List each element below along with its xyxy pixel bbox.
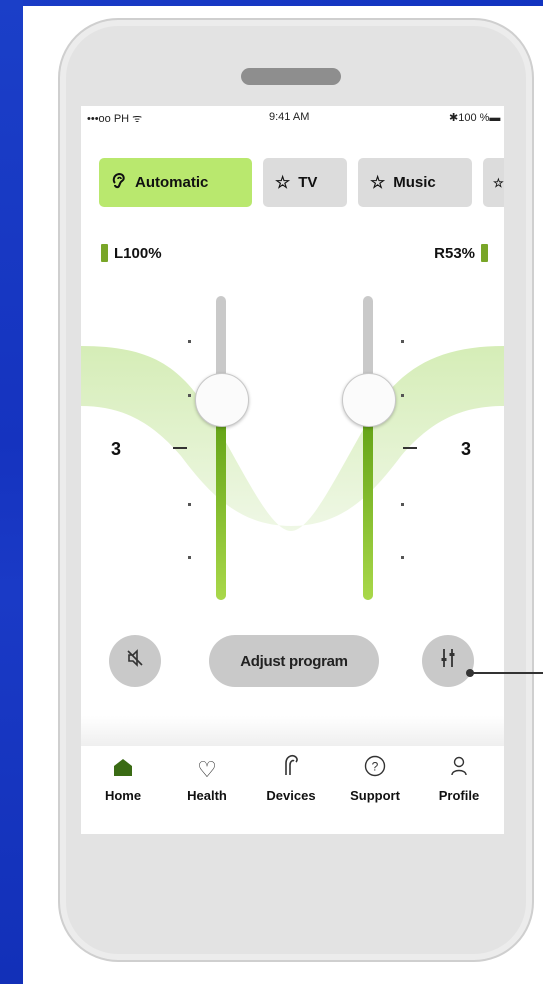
volume-left-value: 3 <box>111 439 122 459</box>
slider-right-handle[interactable] <box>342 373 396 428</box>
status-battery: ✱100 %▬ <box>449 112 501 124</box>
heart-icon: ♡ <box>197 757 217 782</box>
nav-label-health: Health <box>187 788 227 803</box>
scale-tick <box>188 556 191 559</box>
bottom-navigation: Home ♡ Health Devices ? Support Profile <box>81 746 504 834</box>
adjust-program-button[interactable]: Adjust program <box>209 635 379 687</box>
ear-icon <box>111 171 127 194</box>
app-screen: •••oo PH ᯤ 9:41 AM ✱100 %▬ Automatic ☆ T… <box>81 106 504 834</box>
battery-right: R53% <box>434 244 488 262</box>
home-icon <box>81 752 165 788</box>
nav-label-profile: Profile <box>438 788 480 803</box>
scale-tick <box>401 340 404 343</box>
star-icon: ☆ <box>493 175 504 190</box>
scale-tick <box>188 503 191 506</box>
phone-speaker <box>241 68 341 85</box>
scale-tick <box>188 340 191 343</box>
nav-label-devices: Devices <box>266 788 316 803</box>
frame-left-border <box>0 0 23 984</box>
tab-tv-label: TV <box>298 174 318 191</box>
status-time: 9:41 AM <box>269 111 310 123</box>
scale-tick <box>401 556 404 559</box>
nav-item-devices[interactable]: Devices <box>249 746 333 803</box>
equalizer-sliders-icon <box>439 647 457 675</box>
svg-text:?: ? <box>372 760 379 774</box>
nav-item-health[interactable]: ♡ Health <box>165 746 249 803</box>
person-icon <box>417 752 501 788</box>
star-icon: ☆ <box>370 172 386 192</box>
tab-music[interactable]: ☆ Music <box>358 158 472 207</box>
star-icon: ☆ <box>275 172 291 192</box>
nav-item-home[interactable]: Home <box>81 746 165 803</box>
scale-tick <box>401 394 404 397</box>
nav-label-support: Support <box>350 788 400 803</box>
nav-divider <box>81 716 504 746</box>
scale-tick <box>401 503 404 506</box>
speaker-muted-icon <box>125 648 145 674</box>
tab-music-label: Music <box>393 174 436 191</box>
frame-top-border <box>0 0 543 6</box>
slider-left-fill <box>216 399 226 600</box>
tab-automatic[interactable]: Automatic <box>99 158 252 207</box>
nav-item-support[interactable]: ? Support <box>333 746 417 803</box>
tab-automatic-label: Automatic <box>135 174 209 191</box>
nav-label-home: Home <box>104 788 142 803</box>
battery-left: L100% <box>101 244 162 262</box>
battery-left-icon <box>101 244 108 262</box>
hearing-aid-icon <box>249 752 333 788</box>
volume-right-dash <box>403 447 417 449</box>
question-icon: ? <box>333 752 417 788</box>
sound-wave-graphic <box>81 346 504 531</box>
nav-item-profile[interactable]: Profile <box>417 746 501 803</box>
equalizer-button[interactable] <box>422 635 474 687</box>
slider-right-fill <box>363 399 373 600</box>
battery-right-label: R53% <box>434 244 475 262</box>
volume-right-value: 3 <box>461 439 472 459</box>
callout-line <box>473 672 543 674</box>
battery-right-icon <box>481 244 488 262</box>
status-carrier: •••oo PH ᯤ <box>87 113 143 125</box>
slider-left-handle[interactable] <box>195 373 249 428</box>
mute-button[interactable] <box>109 635 161 687</box>
volume-left-dash <box>173 447 187 449</box>
battery-left-label: L100% <box>114 244 162 262</box>
scale-tick <box>188 394 191 397</box>
tab-more[interactable]: ☆ <box>483 158 504 207</box>
tab-tv[interactable]: ☆ TV <box>263 158 347 207</box>
